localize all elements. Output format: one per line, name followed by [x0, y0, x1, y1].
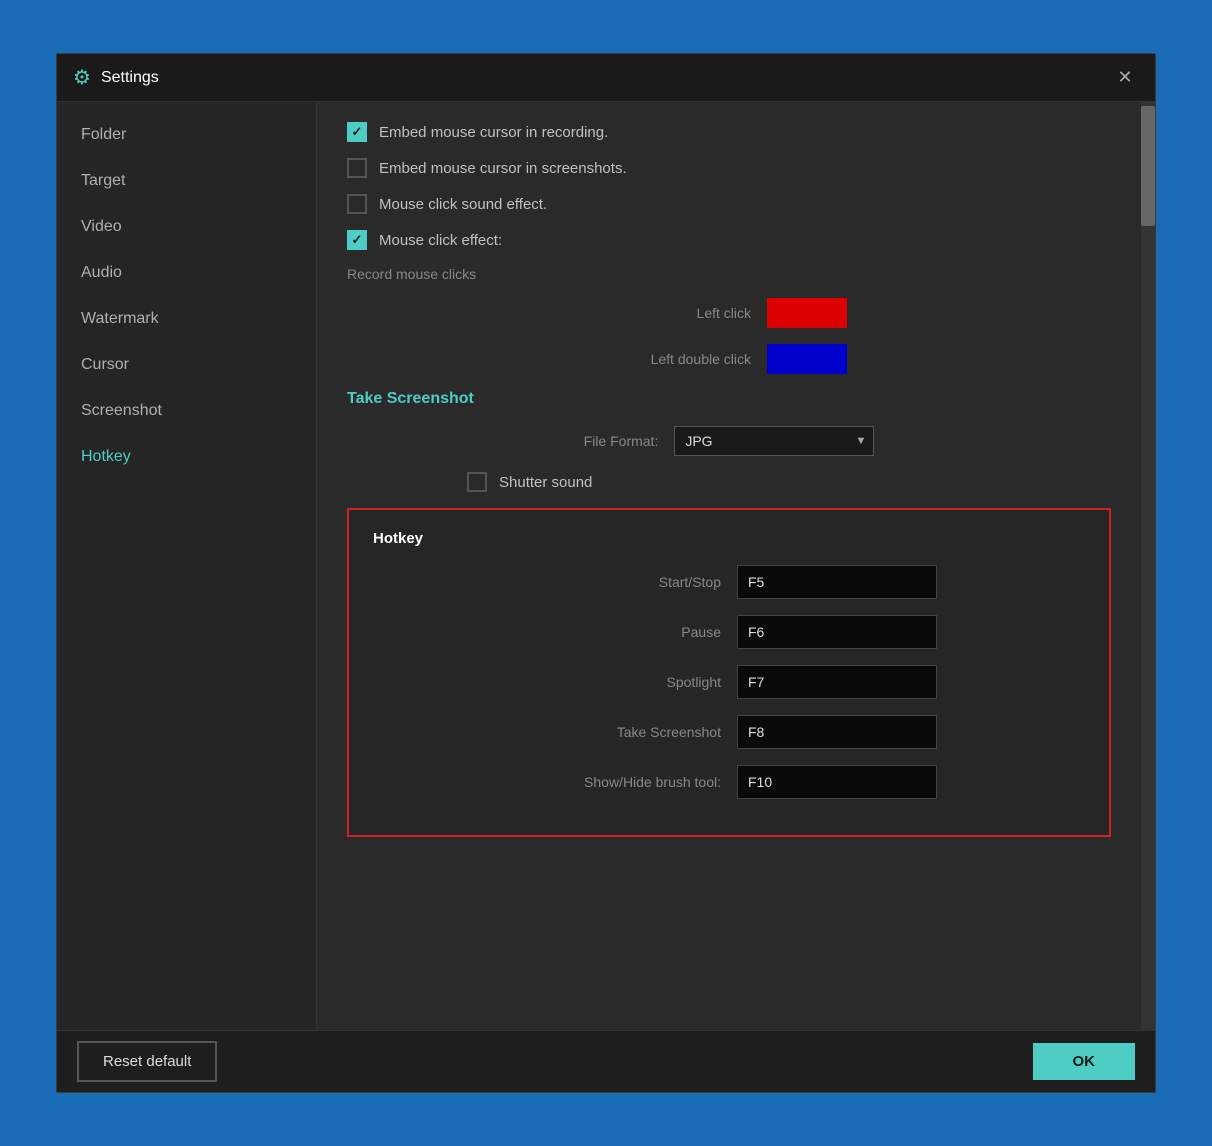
checkbox-row-embed-recording: Embed mouse cursor in recording.	[347, 122, 1111, 142]
left-click-color-swatch[interactable]	[767, 298, 847, 328]
window-title: Settings	[101, 69, 1111, 87]
titlebar: ⚙ Settings ✕	[57, 54, 1155, 102]
sidebar-item-watermark[interactable]: Watermark	[57, 296, 316, 342]
hotkey-row-startstop: Start/Stop	[373, 565, 1085, 599]
hotkey-brush-input[interactable]	[737, 765, 937, 799]
hotkey-screenshot-input[interactable]	[737, 715, 937, 749]
file-format-label: File Format:	[584, 433, 659, 449]
file-format-row: File Format: JPG PNG BMP	[347, 426, 1111, 456]
hotkey-section: Hotkey Start/Stop Pause Spotlight T	[347, 508, 1111, 837]
screenshot-section-title: Take Screenshot	[347, 390, 1111, 408]
sidebar-item-cursor[interactable]: Cursor	[57, 342, 316, 388]
left-double-click-label: Left double click	[611, 351, 751, 367]
left-click-row: Left click	[347, 298, 1111, 328]
sidebar-item-target[interactable]: Target	[57, 158, 316, 204]
checkbox-row-mouse-sound: Mouse click sound effect.	[347, 194, 1111, 214]
left-double-click-row: Left double click	[347, 344, 1111, 374]
close-button[interactable]: ✕	[1111, 64, 1139, 92]
reset-default-button[interactable]: Reset default	[77, 1041, 217, 1082]
hotkey-spotlight-input[interactable]	[737, 665, 937, 699]
record-mouse-clicks-label: Record mouse clicks	[347, 266, 1111, 282]
shutter-sound-label: Shutter sound	[499, 474, 592, 491]
embed-cursor-recording-label: Embed mouse cursor in recording.	[379, 124, 608, 141]
shutter-sound-row: Shutter sound	[347, 472, 1111, 492]
file-format-select[interactable]: JPG PNG BMP	[674, 426, 874, 456]
hotkey-row-screenshot: Take Screenshot	[373, 715, 1085, 749]
checkbox-row-mouse-effect: Mouse click effect:	[347, 230, 1111, 250]
main-content: Embed mouse cursor in recording. Embed m…	[317, 102, 1141, 1030]
mouse-click-sound-label: Mouse click sound effect.	[379, 196, 547, 213]
hotkey-section-title: Hotkey	[373, 530, 1085, 547]
hotkey-brush-label: Show/Hide brush tool:	[521, 774, 721, 790]
hotkey-row-spotlight: Spotlight	[373, 665, 1085, 699]
ok-button[interactable]: OK	[1033, 1043, 1136, 1080]
hotkey-screenshot-label: Take Screenshot	[521, 724, 721, 740]
main-panel: Embed mouse cursor in recording. Embed m…	[317, 102, 1155, 1030]
content-area: Folder Target Video Audio Watermark Curs…	[57, 102, 1155, 1030]
embed-cursor-screenshots-label: Embed mouse cursor in screenshots.	[379, 160, 627, 177]
hotkey-startstop-input[interactable]	[737, 565, 937, 599]
file-format-select-wrapper: JPG PNG BMP	[674, 426, 874, 456]
left-click-label: Left click	[611, 305, 751, 321]
hotkey-pause-label: Pause	[521, 624, 721, 640]
checkbox-embed-cursor-screenshots[interactable]	[347, 158, 367, 178]
checkbox-mouse-click-effect[interactable]	[347, 230, 367, 250]
hotkey-spotlight-label: Spotlight	[521, 674, 721, 690]
settings-icon: ⚙	[73, 65, 91, 90]
sidebar-item-screenshot[interactable]: Screenshot	[57, 388, 316, 434]
hotkey-startstop-label: Start/Stop	[521, 574, 721, 590]
scrollbar-thumb[interactable]	[1141, 106, 1155, 226]
hotkey-row-pause: Pause	[373, 615, 1085, 649]
hotkey-pause-input[interactable]	[737, 615, 937, 649]
checkbox-mouse-click-sound[interactable]	[347, 194, 367, 214]
sidebar-item-audio[interactable]: Audio	[57, 250, 316, 296]
checkbox-embed-cursor-recording[interactable]	[347, 122, 367, 142]
sidebar-item-video[interactable]: Video	[57, 204, 316, 250]
checkbox-row-embed-screenshots: Embed mouse cursor in screenshots.	[347, 158, 1111, 178]
sidebar-item-hotkey[interactable]: Hotkey	[57, 434, 316, 480]
hotkey-row-brush: Show/Hide brush tool:	[373, 765, 1085, 799]
sidebar-item-folder[interactable]: Folder	[57, 112, 316, 158]
mouse-click-effect-label: Mouse click effect:	[379, 232, 502, 249]
sidebar: Folder Target Video Audio Watermark Curs…	[57, 102, 317, 1030]
footer: Reset default OK	[57, 1030, 1155, 1092]
checkbox-shutter-sound[interactable]	[467, 472, 487, 492]
scrollbar-track[interactable]	[1141, 102, 1155, 1030]
left-double-click-color-swatch[interactable]	[767, 344, 847, 374]
settings-window: ⚙ Settings ✕ Folder Target Video Audio W…	[56, 53, 1156, 1093]
